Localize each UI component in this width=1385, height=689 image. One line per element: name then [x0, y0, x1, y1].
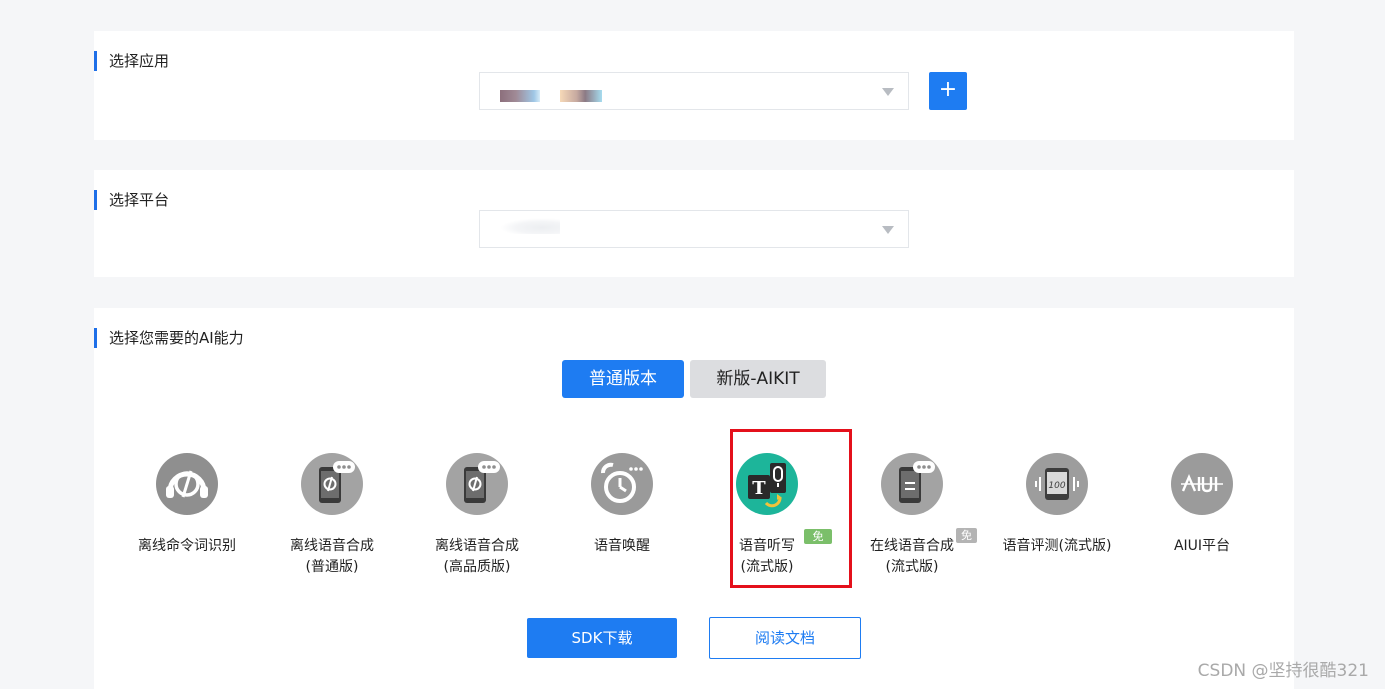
ability-speech-evaluation[interactable]: 100 语音评测(流式版): [992, 426, 1122, 557]
phone-document-icon: [881, 453, 943, 515]
free-badge: 免费: [956, 528, 977, 557]
platform-select-value: [500, 218, 610, 240]
score-waveform-icon: 100: [1026, 453, 1088, 515]
ability-voice-wakeup[interactable]: 语音唤醒: [557, 426, 687, 557]
tab-normal-version[interactable]: 普通版本: [562, 360, 684, 398]
alarm-clock-icon: [591, 453, 653, 515]
section-title-app: 选择应用: [94, 51, 169, 71]
svg-text:T: T: [752, 478, 766, 499]
ability-label: AIUI平台: [1173, 538, 1231, 554]
headset-c-icon: [156, 453, 218, 515]
section-title-ai: 选择您需要的AI能力: [94, 328, 244, 348]
ability-speech-dictation[interactable]: T 语音听写 (流式版) 免费: [702, 426, 832, 578]
chevron-down-icon: [882, 88, 894, 96]
platform-section: 选择平台: [94, 170, 1294, 277]
ability-label: 离线语音合成 (高品质版): [435, 538, 519, 575]
add-app-button[interactable]: +: [929, 72, 967, 110]
watermark: CSDN @坚持很酷321: [1197, 661, 1369, 681]
read-docs-button[interactable]: 阅读文档: [709, 617, 861, 659]
ability-offline-command[interactable]: 离线命令词识别: [122, 426, 252, 557]
ability-label: 语音唤醒: [594, 538, 650, 554]
tab-aikit-version[interactable]: 新版-AIKIT: [690, 360, 826, 398]
phone-chat-icon: [301, 453, 363, 515]
text-microphone-icon: T: [736, 453, 798, 515]
ability-label: 语音评测(流式版): [1002, 538, 1112, 554]
chevron-down-icon: [882, 226, 894, 234]
ability-online-tts[interactable]: 在线语音合成 (流式版) 免费: [847, 426, 977, 578]
ability-aiui-platform[interactable]: AIUI平台: [1137, 426, 1267, 557]
ability-label: 离线语音合成 (普通版): [290, 538, 374, 575]
redacted-app-name: [500, 90, 540, 102]
app-select[interactable]: [479, 72, 909, 110]
sdk-download-button[interactable]: SDK下载: [527, 618, 677, 658]
phone-chat-icon: [446, 453, 508, 515]
section-title-platform: 选择平台: [94, 190, 169, 210]
svg-text:100: 100: [1048, 481, 1065, 491]
ability-label: 离线命令词识别: [138, 538, 236, 554]
redacted-app-name: [560, 90, 602, 102]
platform-select[interactable]: [479, 210, 909, 248]
free-badge: 免费: [804, 529, 832, 558]
ai-ability-section: 选择您需要的AI能力 普通版本 新版-AIKIT 离线命令词识别 离线语音合成 …: [94, 308, 1294, 689]
ability-list: 离线命令词识别 离线语音合成 (普通版) 离线语音合成 (高品质版) 语音唤醒 …: [94, 426, 1294, 586]
ability-offline-tts-standard[interactable]: 离线语音合成 (普通版): [267, 426, 397, 578]
redacted-platform-name: [500, 218, 560, 234]
ability-offline-tts-hq[interactable]: 离线语音合成 (高品质版): [412, 426, 542, 578]
aiui-logo-icon: [1171, 453, 1233, 515]
app-section: 选择应用 +: [94, 31, 1294, 140]
app-select-value: [500, 90, 610, 102]
